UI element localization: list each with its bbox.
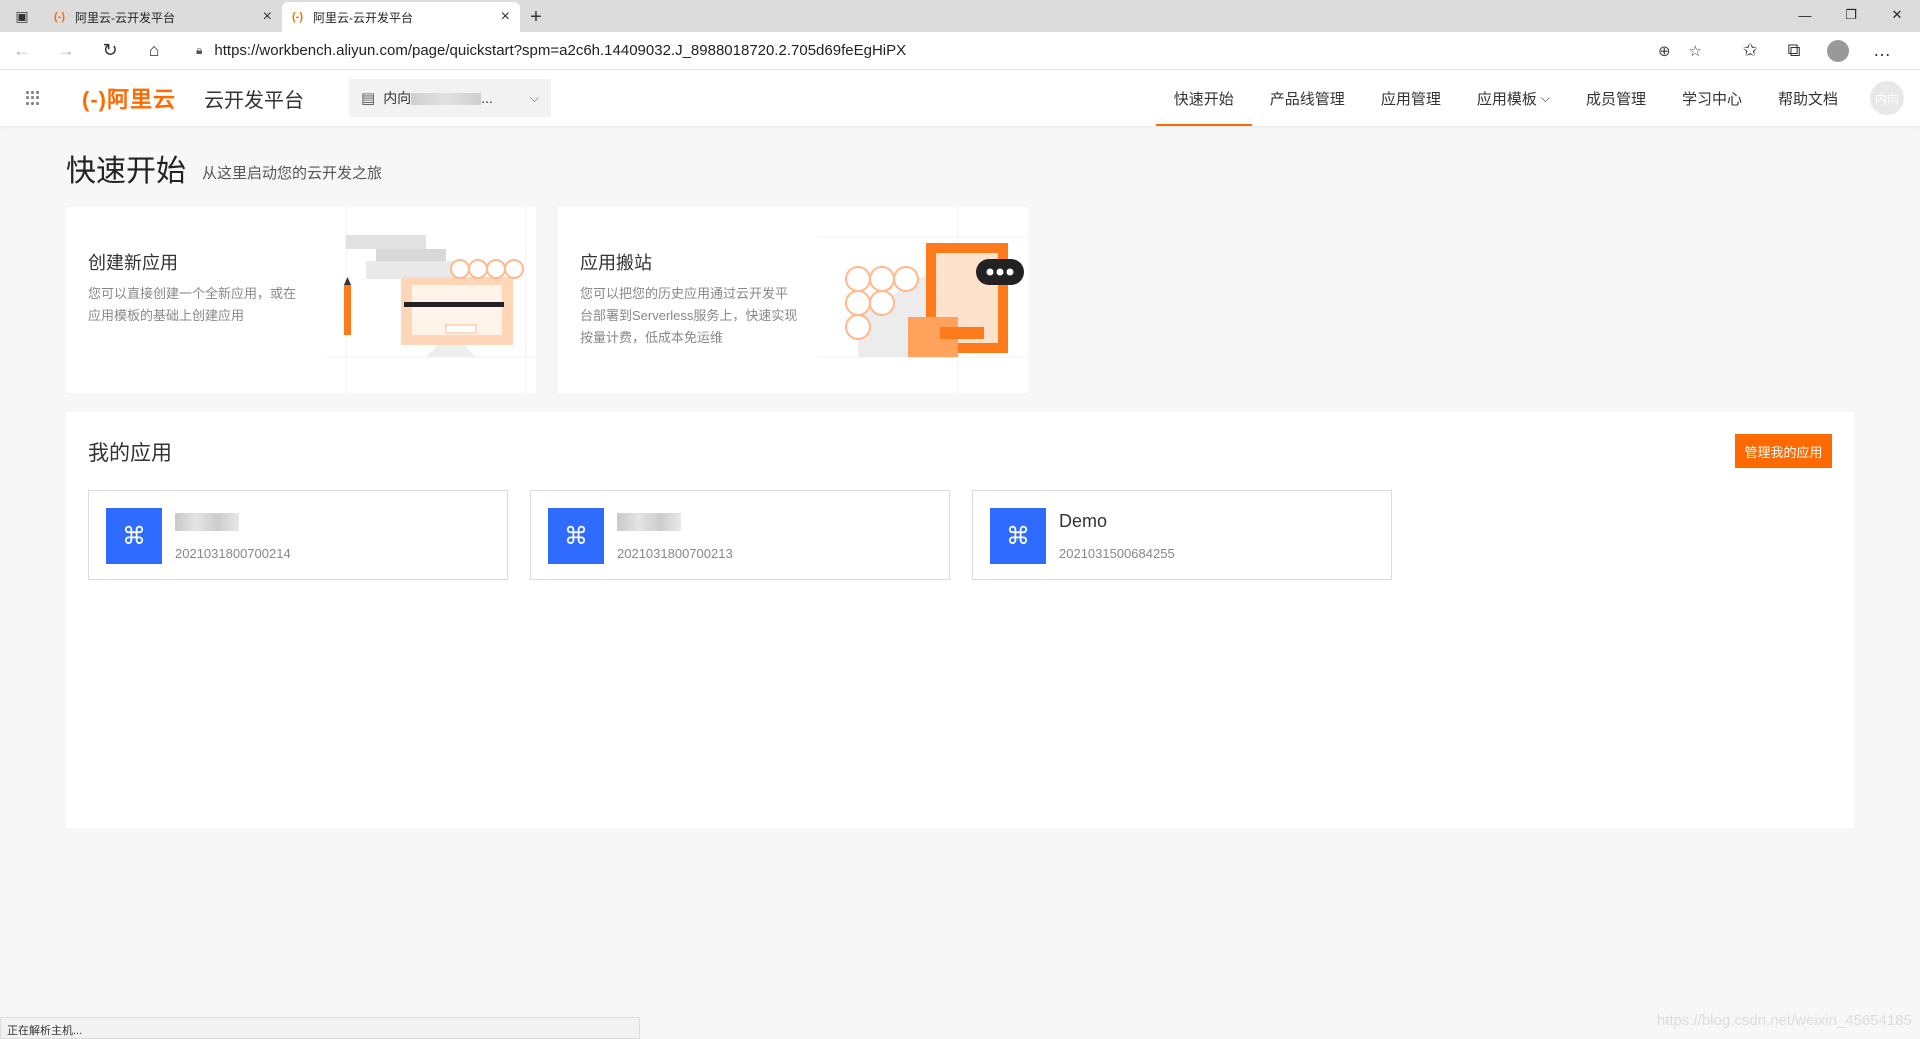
app-name xyxy=(617,513,681,531)
app-card[interactable]: ⌘ Demo 2021031500684255 xyxy=(972,490,1392,580)
restore-icon[interactable]: ❐ xyxy=(1828,0,1874,30)
card-desc: 您可以把您的历史应用通过云开发平台部署到Serverless服务上，快速实现按量… xyxy=(580,286,798,345)
aliyun-favicon-icon: (-) xyxy=(54,11,65,23)
app-name: Demo xyxy=(1059,511,1108,531)
app-name xyxy=(175,513,239,531)
my-apps-panel: 我的应用 管理我的应用 ⌘ 2021031800700214 ⌘ 2021031… xyxy=(66,412,1854,828)
window-close-icon[interactable]: ✕ xyxy=(1874,0,1920,30)
workspace-select[interactable]: ▤ 内向... ⌵ xyxy=(349,79,551,117)
nav-help-docs[interactable]: 帮助文档 xyxy=(1760,70,1856,126)
window-controls: — ❐ ✕ xyxy=(1782,0,1920,30)
refresh-icon[interactable]: ↻ xyxy=(88,32,132,70)
nav-app-templates[interactable]: 应用模板 ⌵ xyxy=(1459,70,1568,126)
back-icon[interactable]: ← xyxy=(0,32,44,70)
nav-members[interactable]: 成员管理 xyxy=(1568,70,1664,126)
platform-name: 云开发平台 xyxy=(204,89,304,112)
my-apps-title: 我的应用 xyxy=(88,442,172,465)
app-card[interactable]: ⌘ 2021031800700213 xyxy=(530,490,950,580)
nav-quickstart[interactable]: 快速开始 xyxy=(1155,70,1252,126)
home-icon[interactable]: ⌂ xyxy=(132,32,176,70)
aliyun-favicon-icon: (-) xyxy=(292,11,303,23)
page-subtitle: 从这里启动您的云开发之旅 xyxy=(202,165,383,182)
nav-learning[interactable]: 学习中心 xyxy=(1664,70,1760,126)
page-title: 快速开始 xyxy=(66,155,186,188)
tab-title: 阿里云-云开发平台 xyxy=(313,10,413,25)
browser-tab-1[interactable]: (-) 阿里云-云开发平台 × xyxy=(44,2,282,32)
top-nav: 快速开始 产品线管理 应用管理 应用模板 ⌵ 成员管理 学习中心 帮助文档 内向 xyxy=(1155,70,1920,126)
app-command-icon: ⌘ xyxy=(548,508,604,564)
card-title: 创建新应用 xyxy=(88,253,178,273)
lock-icon[interactable]: 🔒︎ xyxy=(196,43,202,58)
browser-tabbar: ▣ (-) 阿里云-云开发平台 × (-) 阿里云-云开发平台 × + — ❐ … xyxy=(0,0,1920,32)
watermark: https://blog.csdn.net/weixin_45654185 xyxy=(1656,1012,1912,1029)
chevron-down-icon: ⌵ xyxy=(1540,90,1550,105)
zoom-icon[interactable]: ⊕ xyxy=(1658,42,1671,60)
avatar[interactable]: 内向 xyxy=(1870,81,1904,115)
nav-product-lines[interactable]: 产品线管理 xyxy=(1252,70,1363,126)
app-id: 2021031800700213 xyxy=(617,546,733,561)
card-desc: 您可以直接创建一个全新应用，或在应用模板的基础上创建应用 xyxy=(88,286,297,323)
close-icon[interactable]: × xyxy=(501,8,510,26)
workspace-icon: ▤ xyxy=(361,90,376,107)
app-id: 2021031800700214 xyxy=(175,546,291,561)
new-tab-icon[interactable]: + xyxy=(520,2,552,32)
create-app-card[interactable]: 创建新应用 您可以直接创建一个全新应用，或在应用模板的基础上创建应用 xyxy=(66,207,536,393)
card-title: 应用搬站 xyxy=(580,253,652,273)
app-id: 2021031500684255 xyxy=(1059,546,1175,561)
nav-app-management[interactable]: 应用管理 xyxy=(1363,70,1459,126)
tab-actions-icon[interactable]: ▣ xyxy=(0,0,44,32)
close-icon[interactable]: × xyxy=(263,8,272,26)
favorite-add-icon[interactable]: ☆ xyxy=(1689,42,1702,60)
address-bar: ← → ↻ ⌂ 🔒︎ https://workbench.aliyun.com/… xyxy=(0,32,1920,70)
favorites-icon[interactable]: ✩ xyxy=(1728,32,1772,70)
collections-icon[interactable]: ⧉ xyxy=(1772,32,1816,70)
url-text[interactable]: https://workbench.aliyun.com/page/quicks… xyxy=(214,42,1658,59)
app-header: (-)阿里云 云开发平台 ▤ 内向... ⌵ 快速开始 产品线管理 应用管理 应… xyxy=(0,70,1920,126)
aliyun-logo[interactable]: (-)阿里云 xyxy=(82,82,176,114)
migrate-app-card[interactable]: 应用搬站 您可以把您的历史应用通过云开发平台部署到Serverless服务上，快… xyxy=(558,207,1028,393)
tab-title: 阿里云-云开发平台 xyxy=(75,10,175,25)
browser-tab-2[interactable]: (-) 阿里云-云开发平台 × xyxy=(282,2,520,32)
app-command-icon: ⌘ xyxy=(106,508,162,564)
more-icon[interactable]: … xyxy=(1860,32,1904,70)
manage-apps-button[interactable]: 管理我的应用 xyxy=(1735,434,1832,468)
migrate-app-illustration xyxy=(818,207,1028,393)
create-app-illustration xyxy=(326,207,536,393)
browser-status-bar: 正在解析主机... xyxy=(0,1017,640,1039)
forward-icon[interactable]: → xyxy=(44,32,88,70)
app-command-icon: ⌘ xyxy=(990,508,1046,564)
url-field[interactable]: 🔒︎ https://workbench.aliyun.com/page/qui… xyxy=(184,35,1714,66)
chevron-down-icon: ⌵ xyxy=(529,90,539,105)
app-card[interactable]: ⌘ 2021031800700214 xyxy=(88,490,508,580)
apps-grid-icon[interactable] xyxy=(0,70,66,126)
profile-icon[interactable] xyxy=(1816,32,1860,70)
minimize-icon[interactable]: — xyxy=(1782,0,1828,30)
